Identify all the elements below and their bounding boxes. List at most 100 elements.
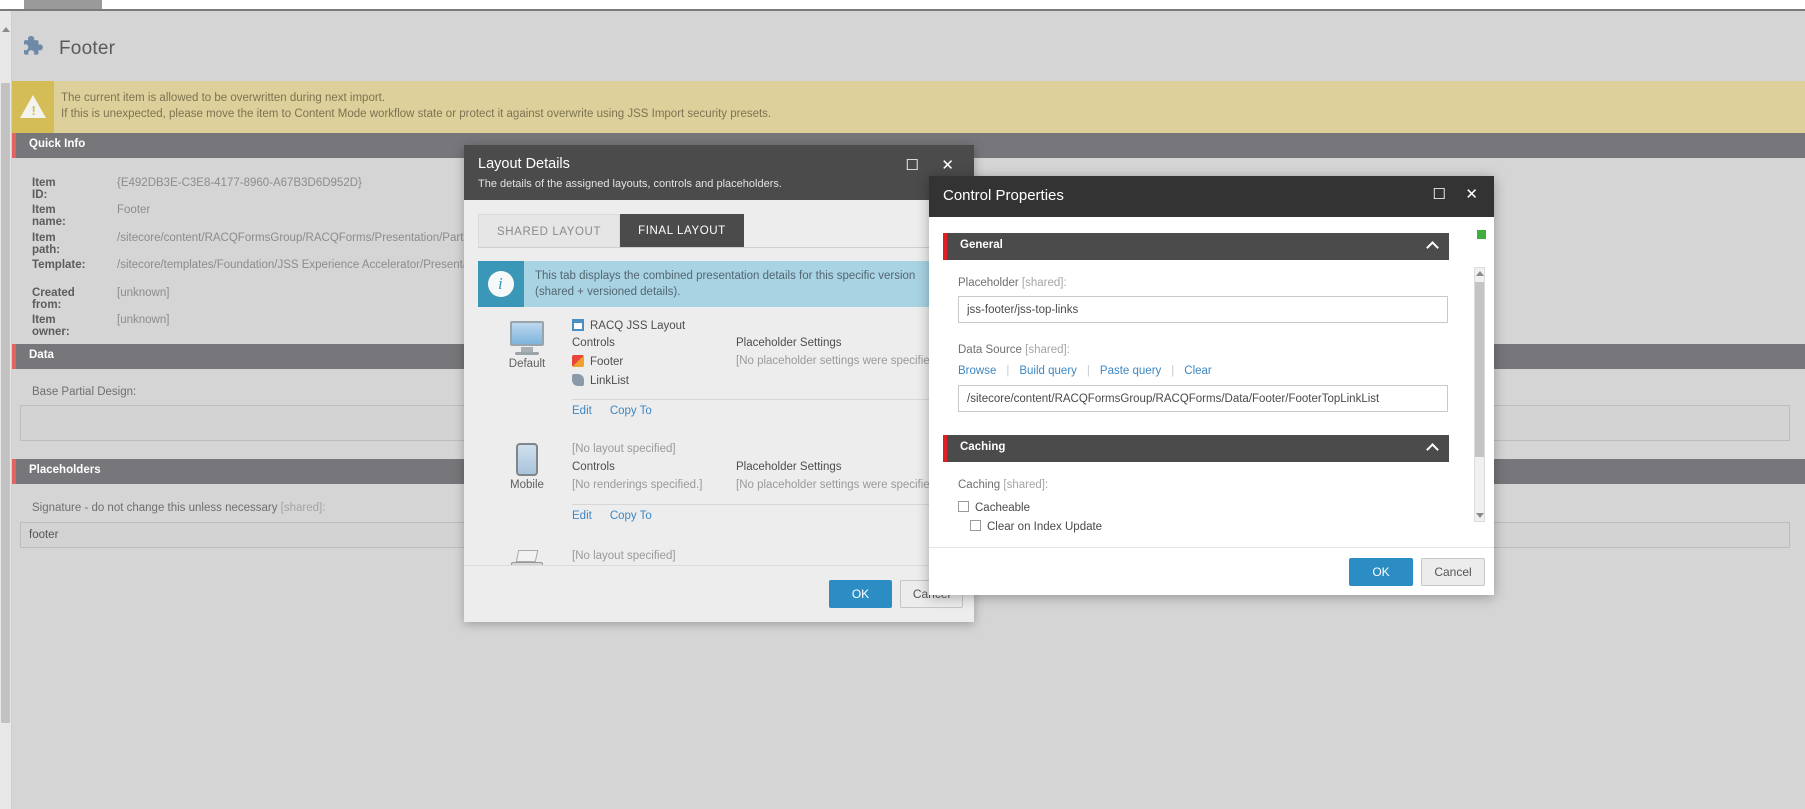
checkbox-icon[interactable]: [958, 501, 969, 512]
device-icon-print: Print: [492, 550, 562, 565]
caching-shared-tag: [shared]:: [1000, 479, 1049, 491]
paste-query-link[interactable]: Paste query: [1100, 365, 1161, 377]
section-label-data: Data: [29, 349, 54, 361]
maximize-icon[interactable]: ☐: [1433, 187, 1446, 202]
info-banner-text: This tab displays the combined presentat…: [535, 270, 916, 298]
clear-link[interactable]: Clear: [1184, 365, 1211, 377]
section-header-general[interactable]: General: [943, 233, 1449, 260]
browser-tab-stub[interactable]: [24, 0, 102, 9]
layout-details-body: SHARED LAYOUT FINAL LAYOUT i This tab dis…: [464, 200, 974, 565]
info-icon: i: [478, 261, 524, 307]
placeholder-input[interactable]: [958, 296, 1448, 323]
close-icon[interactable]: ✕: [1465, 187, 1478, 202]
checkbox-icon[interactable]: [970, 520, 981, 531]
control-item-linklist[interactable]: LinkList: [572, 374, 742, 387]
caching-label-text: Caching: [958, 479, 1001, 491]
layout-details-ok-button[interactable]: OK: [829, 580, 892, 608]
device-icon-mobile: Mobile: [492, 443, 562, 491]
scrollbar-thumb[interactable]: [1475, 282, 1484, 457]
scroll-up-arrow-icon[interactable]: [1476, 271, 1484, 276]
control-properties-dialog: Control Properties ☐ ✕ General Placehold…: [929, 176, 1494, 595]
section-accent-bar: [943, 233, 947, 260]
overwrite-warning-banner: ! The current item is allowed to be over…: [12, 81, 1805, 133]
layout-details-titlebar[interactable]: Layout Details The details of the assign…: [464, 145, 974, 200]
layout-name-text: RACQ JSS Layout: [590, 320, 686, 332]
controls-header: Controls: [572, 337, 615, 349]
section-accent-bar: [12, 344, 16, 369]
datasource-input[interactable]: [958, 385, 1448, 412]
layout-details-title: Layout Details: [478, 156, 570, 172]
section-header-caching[interactable]: Caching: [943, 435, 1449, 462]
edit-link[interactable]: Edit: [572, 510, 592, 522]
quick-info-value: [unknown]: [117, 287, 170, 299]
tab-shared-layout[interactable]: SHARED LAYOUT: [478, 214, 621, 248]
scroll-up-arrow-icon[interactable]: [2, 27, 10, 32]
device-layout-name: [No layout specified]: [572, 550, 676, 562]
device-row-mobile: Mobile [No layout specified] Controls [N…: [478, 439, 960, 534]
device-list: Default RACQ JSS Layout Controls Footer …: [478, 315, 960, 565]
rendering-icon: [572, 355, 584, 367]
final-layout-info-banner: i This tab displays the combined present…: [478, 261, 960, 307]
device-layout-name[interactable]: RACQ JSS Layout: [572, 319, 685, 332]
desktop-monitor-icon: [510, 321, 544, 346]
datasource-shared-tag: [shared]:: [1021, 344, 1070, 356]
scroll-down-arrow-icon[interactable]: [1476, 513, 1484, 518]
tab-final-layout[interactable]: FINAL LAYOUT: [620, 214, 744, 248]
control-properties-ok-button[interactable]: OK: [1349, 558, 1413, 586]
quick-info-label: Item name:: [32, 204, 66, 228]
page-scrollbar[interactable]: [0, 11, 12, 809]
signature-field-label: Signature - do not change this unless ne…: [32, 502, 325, 514]
quick-info-value: Footer: [117, 204, 151, 216]
section-label-general: General: [960, 239, 1003, 251]
chevron-up-icon[interactable]: [1426, 443, 1439, 456]
quick-info-label: Item ID:: [32, 177, 56, 201]
base-partial-design-label: Base Partial Design:: [32, 386, 137, 398]
checkbox-cacheable[interactable]: Cacheable: [958, 501, 1030, 514]
control-properties-scrollbar[interactable]: [1474, 267, 1485, 522]
copy-to-link[interactable]: Copy To: [610, 405, 652, 417]
quick-info-value: {E492DB3E-C3E8-4177-8960-A67B3D6D952D}: [117, 177, 362, 189]
caching-field-label: Caching [shared]:: [958, 479, 1048, 491]
puzzle-piece-icon: [24, 36, 43, 55]
browse-link[interactable]: Browse: [958, 365, 996, 377]
device-links-mobile: Edit Copy To: [572, 510, 670, 522]
scrollbar-thumb[interactable]: [1, 83, 10, 723]
edit-link[interactable]: Edit: [572, 405, 592, 417]
control-properties-body: General Placeholder [shared]: Data Sourc…: [929, 217, 1494, 547]
warning-line-1: The current item is allowed to be overwr…: [61, 92, 386, 104]
chevron-up-icon[interactable]: [1426, 241, 1439, 254]
layout-details-footer: OK Cancel: [464, 565, 974, 622]
maximize-icon[interactable]: ☐: [906, 158, 919, 173]
link-separator: |: [1171, 365, 1175, 377]
control-item-footer[interactable]: Footer: [572, 355, 742, 368]
device-links-default: Edit Copy To: [572, 405, 670, 417]
copy-to-link[interactable]: Copy To: [610, 510, 652, 522]
warning-icon: !: [12, 81, 54, 133]
placeholder-field-label: Placeholder [shared]:: [958, 277, 1067, 289]
control-label: Footer: [590, 356, 624, 368]
quick-info-label: Created from:: [32, 287, 75, 311]
controls-empty-value: [No renderings specified.]: [572, 479, 703, 491]
layout-details-subtitle: The details of the assigned layouts, con…: [478, 178, 782, 190]
placeholder-settings-column-default: Placeholder Settings [No placeholder set…: [736, 337, 960, 367]
device-icon-default: Default: [492, 321, 562, 370]
printer-icon: [515, 550, 539, 562]
section-accent-bar: [12, 133, 16, 158]
placeholder-settings-value: [No placeholder settings were specified]: [736, 479, 940, 491]
layout-details-dialog: Layout Details The details of the assign…: [464, 145, 974, 622]
placeholder-settings-column-mobile: Placeholder Settings [No placeholder set…: [736, 461, 960, 491]
row-divider: [572, 504, 946, 505]
placeholder-label-text: Placeholder: [958, 277, 1019, 289]
quick-info-label: Template:: [32, 259, 86, 271]
datasource-label-text: Data Source: [958, 344, 1022, 356]
checkbox-clear-on-index-update[interactable]: Clear on Index Update: [970, 520, 1102, 533]
section-label-caching: Caching: [960, 441, 1006, 453]
checkbox-label: Clear on Index Update: [987, 521, 1103, 533]
close-icon[interactable]: ✕: [941, 158, 954, 173]
control-properties-titlebar[interactable]: Control Properties ☐ ✕: [929, 176, 1494, 217]
control-properties-cancel-button[interactable]: Cancel: [1421, 558, 1485, 586]
build-query-link[interactable]: Build query: [1019, 365, 1077, 377]
layout-tabs: SHARED LAYOUT FINAL LAYOUT: [478, 214, 744, 248]
quick-info-label: Item path:: [32, 232, 61, 256]
mobile-phone-icon: [516, 443, 538, 476]
